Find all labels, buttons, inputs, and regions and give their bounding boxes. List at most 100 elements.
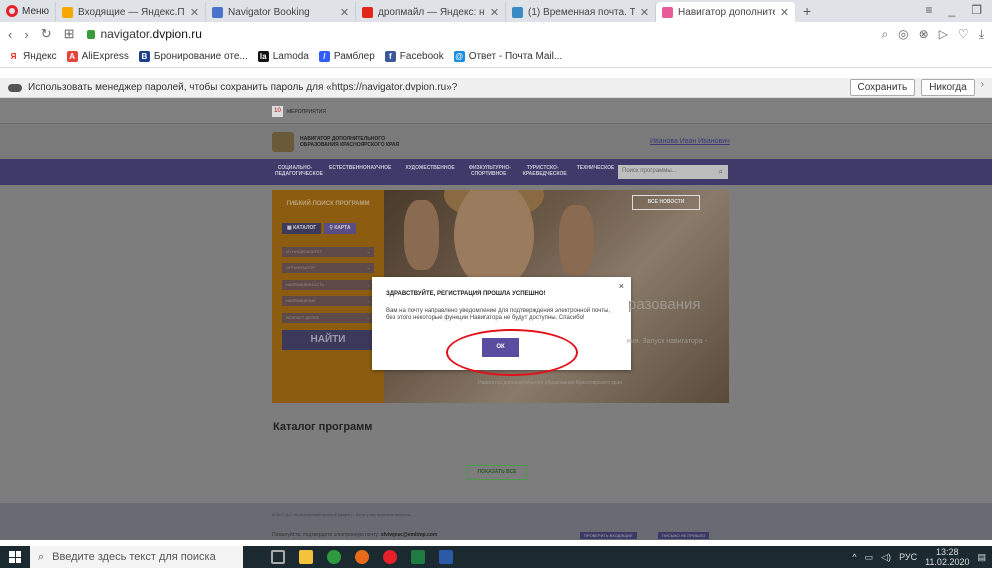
clock[interactable]: 13:28 11.02.2020 [925,547,969,567]
tab-label: Navigator Booking [228,6,310,18]
bookmark-booking[interactable]: B Бронирование оте... [138,51,248,62]
email-confirm-text: Пожалуйста, подтвердите электронную почт… [272,532,437,538]
footer-text: КГБОУ ДО «Красноярский краевой Дворец...… [272,512,415,517]
restore-icon[interactable]: ❐ [971,3,982,17]
tab-yandex-search[interactable]: дропмайл — Яндекс: нашл ✕ [355,2,505,22]
tab-menu-icon[interactable]: ≡ [926,3,933,17]
organizer-select[interactable]: ОРГАНИЗАТОР ⌄ [282,263,374,273]
events-label: МЕРОПРИЯТИЯ [287,108,327,115]
nav-sport[interactable]: ФИЗКУЛЬТУРНО-СПОРТИВНОЕ [469,165,511,177]
start-button[interactable] [0,551,30,563]
reload-icon[interactable]: ↻ [41,26,52,42]
highlight-ellipse [446,329,578,376]
close-icon[interactable]: ✕ [490,6,499,19]
bookmark-label: Lamoda [272,51,309,62]
tab-navigator[interactable]: Навигатор дополнительн ✕ [655,2,796,22]
hero-subtitle: ния. Запуск навигатора - [627,338,707,345]
download-icon[interactable]: ⤓ [979,27,984,42]
close-icon[interactable]: ✕ [190,6,199,19]
send-icon[interactable]: ▷ [939,27,948,42]
user-name-link[interactable]: Иванова Иван Иванович [650,138,730,145]
facebook-icon: f [384,51,396,62]
notifications-icon[interactable]: ▤ [977,552,986,563]
speed-dial-icon[interactable]: ⊞ [64,26,75,42]
nav-science[interactable]: ЕСТЕСТВЕННОНАУЧНОЕ [329,165,391,177]
select-label: ВОЗРАСТ ДЕТЕЙ [286,315,319,320]
booking-icon: B [138,51,150,62]
tab-catalog[interactable]: ▦ КАТАЛОГ [282,223,322,234]
site-footer [0,503,992,540]
bookmark-aliexpress[interactable]: A AliExpress [66,51,129,62]
bookmark-rambler[interactable]: / Рамблер [318,51,375,62]
chevron-right-icon[interactable]: › [981,79,984,96]
lock-icon [86,29,95,39]
nav-art[interactable]: ХУДОЖЕСТВЕННОЕ [405,165,454,177]
heart-icon[interactable]: ♡ [958,27,969,42]
opera-icon[interactable] [383,550,397,564]
opera-menu[interactable]: Меню [0,0,55,22]
search-icon[interactable]: ⌕ [881,27,888,42]
camera-icon[interactable]: ◎ [898,27,908,42]
minimize-icon[interactable]: _ [949,3,956,17]
taskbar-search[interactable]: ⌕ Введите здесь текст для поиска [30,546,243,568]
bookmarks-bar: Я Яндекс A AliExpress B Бронирование оте...… [0,46,992,68]
show-all-button[interactable]: ПОКАЗАТЬ ВСЕ [467,465,527,480]
url-field[interactable]: navigator. dvpion.ru [86,27,202,41]
firefox-icon[interactable] [355,550,369,564]
chevron-up-icon[interactable]: ^ [852,552,856,562]
tab-temp-mail[interactable]: (1) Временная почта. Тел ✕ [505,2,655,22]
select-label: ОРГАНИЗАТОР [286,265,315,270]
tab-label: (1) Временная почта. Тел [528,6,635,18]
never-button[interactable]: Никогда [921,79,975,96]
direction-select[interactable]: НАПРАВЛЕНИЕ ⌄ [282,296,374,306]
back-icon[interactable]: ‹ [8,27,12,42]
all-news-button[interactable]: ВСЕ НОВОСТИ [632,195,700,210]
vpn-icon[interactable]: ⊗ [919,27,929,42]
tab-booking[interactable]: Navigator Booking ✕ [205,2,355,22]
events-link[interactable]: 10 МЕРОПРИЯТИЯ [272,106,326,117]
search-icon[interactable]: ⌕ [719,167,723,177]
language-indicator[interactable]: РУС [899,552,917,562]
bookmark-lamoda[interactable]: la Lamoda [257,51,309,62]
taskbar: ⌕ Введите здесь текст для поиска ^ ▭ ◁) … [0,546,992,568]
nav-tourism[interactable]: ТУРИСТСКО-КРАЕВЕДЧЕСКОЕ [523,165,567,177]
nav-tech[interactable]: ТЕХНИЧЕСКОЕ [577,165,615,177]
clock-date: 11.02.2020 [925,557,970,567]
bookmark-mail[interactable]: @ Ответ - Почта Mail... [453,51,562,62]
volume-icon[interactable]: ◁) [881,552,891,563]
find-button[interactable]: НАЙТИ [282,330,374,350]
check-inbox-button[interactable]: ПРОВЕРИТЬ ВХОДЯЩИЕ [580,532,637,539]
focus-select[interactable]: НАПРАВЛЕННОСТЬ ⌄ [282,280,374,290]
no-email-button[interactable]: ПИСЬМО НЕ ПРИШЛО [658,532,710,539]
excel-icon[interactable] [411,550,425,564]
save-password-button[interactable]: Сохранить [849,79,916,96]
select-label: НАПРАВЛЕННОСТЬ [286,282,325,287]
tab-map[interactable]: ⚲ КАРТА [324,223,356,234]
hero-photo-hand-right [559,205,594,275]
file-explorer-icon[interactable] [299,550,313,564]
bookmark-facebook[interactable]: f Facebook [384,51,444,62]
chevron-down-icon: ⌄ [366,298,370,303]
municipality-select[interactable]: МУНИЦИПАЛИТЕТ ⌄ [282,247,374,257]
site-logo-text[interactable]: НАВИГАТОР ДОПОЛНИТЕЛЬНОГО ОБРАЗОВАНИЯ КР… [300,136,420,148]
confirm-email: sfviwjesc@emltmp.com [380,532,438,538]
tab-mail[interactable]: Входящие — Яндекс.Почт ✕ [55,2,205,22]
age-select[interactable]: ВОЗРАСТ ДЕТЕЙ ⌄ [282,313,374,323]
program-search-input[interactable]: Поиск программы... ⌕ [618,165,728,179]
word-icon[interactable] [439,550,453,564]
network-icon[interactable]: ▭ [865,552,874,563]
close-icon[interactable]: ✕ [780,6,789,19]
chrome-icon[interactable] [327,550,341,564]
navigator-favicon-icon [662,6,674,18]
close-icon[interactable]: × [619,281,624,291]
bookmark-yandex[interactable]: Я Яндекс [8,51,57,62]
aliexpress-icon: A [66,51,78,62]
mail-favicon-icon [62,6,74,18]
close-icon[interactable]: ✕ [340,6,349,19]
new-tab-button[interactable]: + [795,3,819,19]
nav-social[interactable]: СОЦИАЛЬНО-ПЕДАГОГИЧЕСКОЕ [275,165,323,177]
forward-icon[interactable]: › [24,27,28,42]
task-view-icon[interactable] [271,550,285,564]
chevron-down-icon: ⌄ [366,265,370,270]
close-icon[interactable]: ✕ [640,6,649,19]
